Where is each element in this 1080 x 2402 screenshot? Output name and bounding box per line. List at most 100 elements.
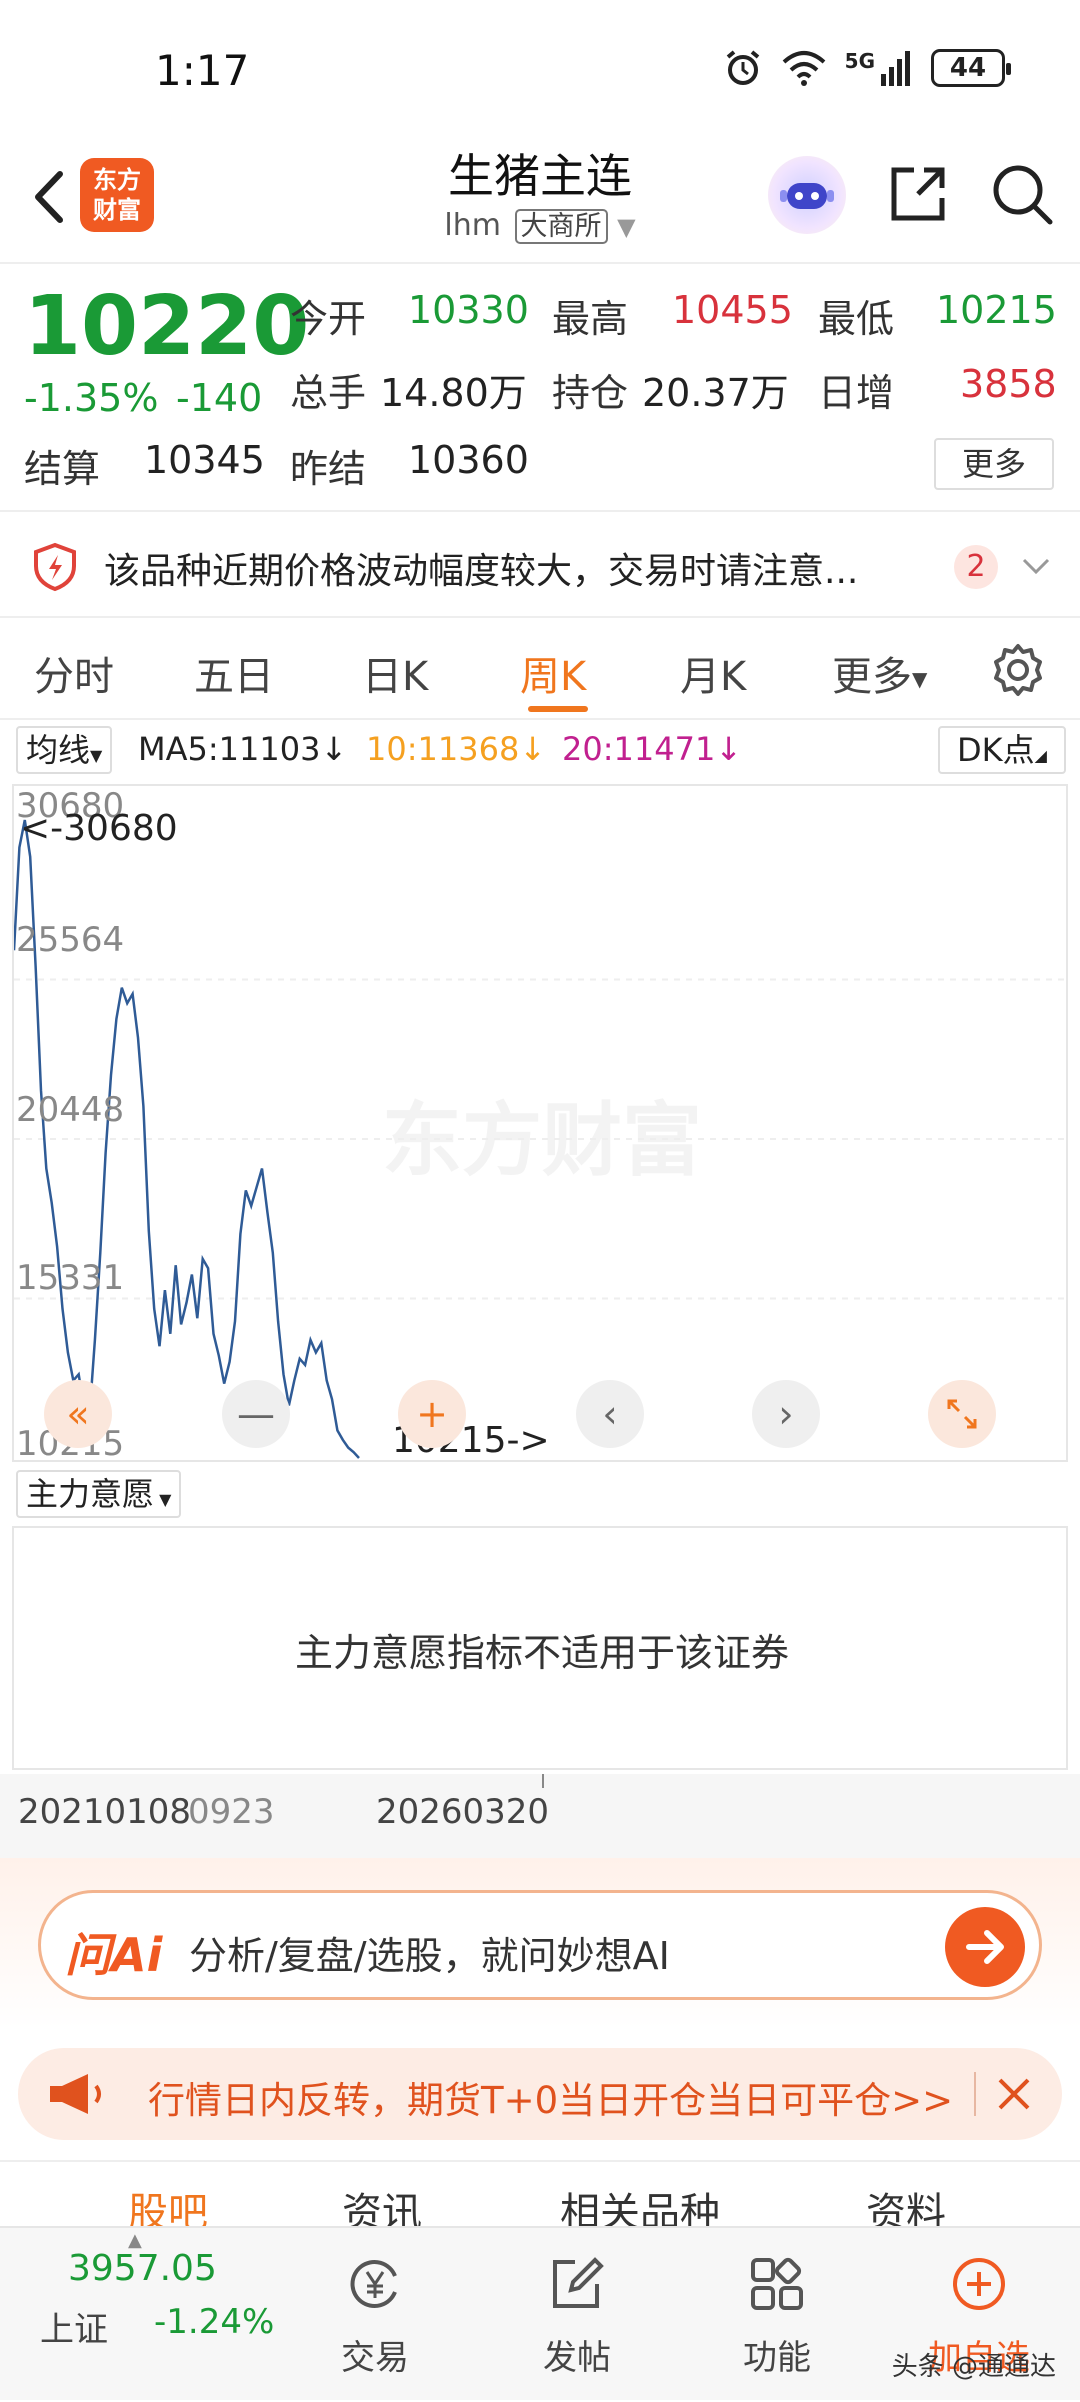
gear-icon[interactable] [990, 642, 1046, 698]
tab-five-day[interactable]: 五日 [194, 644, 274, 702]
chevron-left-icon[interactable]: ‹ [576, 1380, 644, 1448]
app-logo: 东方 财富 [80, 158, 154, 232]
ma5-value: MA5:11103↓ [138, 730, 348, 768]
y-tick-label: 25564 [16, 920, 125, 960]
caret-down-icon: ▼ [617, 213, 636, 241]
index-name: 上证 [40, 2310, 108, 2350]
active-tab-indicator [528, 706, 588, 712]
quote-panel: 10220 -1.35% -140 今开 10330 最高 10455 最低 1… [0, 262, 1080, 510]
yen-circle-icon [350, 2260, 397, 2308]
signal-icon [881, 51, 910, 86]
tab-intraday[interactable]: 分时 [34, 644, 114, 702]
nav-functions[interactable]: 功能 [702, 2228, 852, 2402]
settle-label: 结算 [24, 447, 101, 491]
indicator-panel: 主力意愿指标不适用于该证券 [12, 1526, 1068, 1770]
kline-chart[interactable]: 东方财富 30680 25564 20448 15331 10215 <-306… [12, 784, 1068, 1464]
index-value: 3957.05 [68, 2248, 217, 2289]
settle-value: 10345 [144, 438, 265, 482]
expand-icon[interactable] [928, 1380, 996, 1448]
y-tick-label: 20448 [16, 1090, 125, 1130]
daily-increase-value: 3858 [960, 362, 1057, 406]
index-change: -1.24% [154, 2302, 275, 2342]
status-icons: 5G 44 [723, 48, 1011, 88]
ai-search-bar[interactable]: 问Ai 分析/复盘/选股，就问妙想AI [38, 1890, 1042, 2000]
back-button[interactable] [20, 162, 80, 232]
tab-monthly-k[interactable]: 月K [680, 644, 746, 702]
y-tick-label: 15331 [16, 1258, 125, 1298]
tab-daily-k[interactable]: 日K [362, 644, 428, 702]
open-interest-label: 持仓 [552, 371, 629, 415]
change-percent: -1.35% [24, 376, 159, 420]
battery-level: 44 [949, 53, 987, 83]
indicator-select[interactable]: 主力意愿 ▼ [16, 1470, 182, 1518]
max-price-annotation: <-30680 [20, 808, 178, 849]
arrow-right-icon [966, 1930, 1004, 1964]
battery-indicator: 44 [931, 49, 1011, 87]
wifi-icon [782, 51, 825, 86]
volume-label: 总手 [290, 371, 367, 415]
period-tabs: 分时 五日 日K 周K 月K 更多▼ [0, 618, 1080, 720]
risk-notice-text: 该品种近期价格波动幅度较大，交易时请注意... [104, 551, 859, 592]
robot-avatar-icon[interactable] [768, 156, 846, 234]
status-bar: 1:17 5G 44 [0, 0, 1080, 140]
date-end: 20260320 [376, 1792, 550, 1832]
header: 生猪主连 lhm 大商所 ▼ 东方 财富 [0, 140, 1080, 262]
high-value: 10455 [672, 288, 793, 332]
chevron-right-icon[interactable]: › [752, 1380, 820, 1448]
low-label: 最低 [818, 297, 895, 341]
content-tabs: 股吧 资讯 相关品种 资料 [0, 2160, 1080, 2226]
plus-icon[interactable]: + [398, 1380, 466, 1448]
status-time: 1:17 [155, 46, 250, 95]
logo-text-top: 东方 [93, 166, 141, 194]
logo-text-bottom: 财富 [93, 196, 141, 224]
risk-notice-count: 2 [954, 545, 998, 589]
double-chevron-left-icon[interactable]: « [44, 1380, 112, 1448]
nav-trade[interactable]: 交易 [300, 2228, 450, 2402]
indicator-message: 主力意愿指标不适用于该证券 [294, 1631, 789, 1675]
tab-weekly-k[interactable]: 周K [520, 644, 586, 702]
ai-submit-button[interactable] [945, 1907, 1025, 1987]
date-axis: 20210108 0923 20260320 [0, 1774, 1080, 1858]
nav-post-label: 发帖 [543, 2338, 611, 2378]
nav-post[interactable]: 发帖 [502, 2228, 652, 2402]
open-interest-value: 20.37万 [642, 371, 789, 415]
edit-icon [553, 2257, 604, 2308]
corner-triangle-icon: ◢ [1034, 746, 1047, 765]
ma-select[interactable]: 均线▼ [16, 726, 113, 774]
bottom-bar: ▲ 3957.05 上证 -1.24% 交易 发帖 功能 加自选 头条 @通通达 [0, 2226, 1080, 2400]
close-icon[interactable] [992, 2072, 1036, 2116]
more-quote-button[interactable]: 更多 [934, 438, 1054, 490]
nav-functions-label: 功能 [743, 2338, 811, 2378]
index-ticker[interactable]: ▲ 3957.05 上证 -1.24% [0, 2228, 274, 2402]
open-value: 10330 [408, 288, 529, 332]
date-mid: 0923 [188, 1792, 275, 1832]
low-value: 10215 [936, 288, 1057, 332]
tab-related[interactable]: 相关品种 [560, 2180, 720, 2226]
dk-point-button[interactable]: DK点◢ [938, 726, 1066, 774]
ma20-value: 20:11471↓ [562, 730, 743, 768]
ma-select-label: 均线 [26, 731, 91, 769]
ma10-value: 10:11368↓ [366, 730, 547, 768]
risk-notice[interactable]: 该品种近期价格波动幅度较大，交易时请注意... 2 [0, 510, 1080, 618]
promo-divider [974, 2072, 976, 2116]
source-attribution: 头条 @通通达 [891, 2352, 1056, 2382]
tab-news[interactable]: 资讯 [342, 2180, 422, 2226]
ai-placeholder: 分析/复盘/选股，就问妙想AI [189, 1934, 670, 1978]
high-label: 最高 [552, 297, 629, 341]
last-price: 10220 [24, 279, 310, 374]
prev-settle-label: 昨结 [290, 447, 367, 491]
caret-down-icon: ▼ [154, 1490, 172, 1509]
chevron-down-icon[interactable] [1020, 554, 1052, 578]
tab-more[interactable]: 更多▼ [832, 644, 927, 702]
dk-point-label: DK点 [957, 731, 1035, 769]
promo-banner[interactable]: 行情日内反转，期货T+0当日开仓当日可平仓>> [18, 2048, 1062, 2140]
date-cursor-tick [542, 1774, 544, 1788]
share-icon[interactable] [884, 160, 952, 228]
minus-icon[interactable]: — [222, 1380, 290, 1448]
search-icon[interactable] [988, 160, 1056, 228]
network-type: 5G [844, 49, 875, 73]
daily-increase-label: 日增 [818, 371, 895, 415]
tab-profile[interactable]: 资料 [866, 2180, 946, 2226]
tab-forum[interactable]: 股吧 [128, 2180, 208, 2226]
shield-warning-icon [34, 542, 76, 592]
